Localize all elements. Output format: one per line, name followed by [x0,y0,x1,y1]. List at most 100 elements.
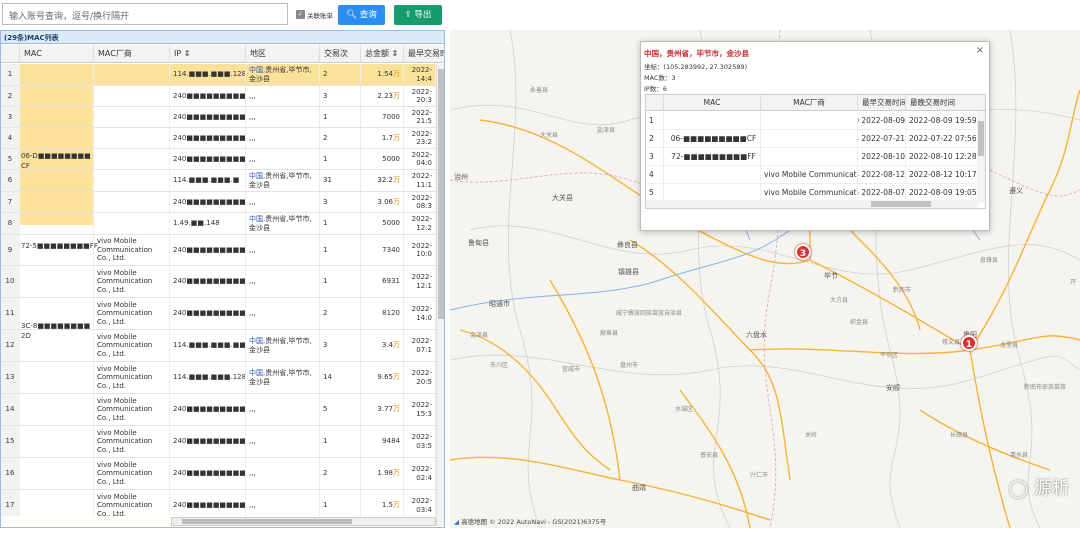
place-label: 大方县 [830,297,849,304]
place-label: 水城区 [675,406,694,413]
map-copyright: ◢ 高德地图 © 2022 AutoNavi - GS(2021)6375号 [454,518,607,526]
popup-col-mac[interactable]: MAC [664,95,761,111]
table-row[interactable]: 5 240■■■■■■■■■cb,,,150002022-04:0 [1,149,436,170]
table-row[interactable]: 4 240■■■■■■■■■cb,,,21.7万2022-23:2 [1,128,436,149]
first-time-cell: 2022- 07:1 [404,330,436,361]
ip-cell: 240■■■■■■■■■4c [170,298,246,329]
table-row[interactable]: 13 vivo Mobile Communication Co., Ltd. 114… [1,362,436,394]
ip-cell: 240■■■■■■■■■f4 [170,266,246,297]
col-amount[interactable]: 总金额 ⇕ [361,45,404,63]
amount-cell: 1.7 万 [361,128,404,148]
panel-title: (29条)MAC列表 [1,31,444,44]
table-header: MAC MAC厂商 IP ⇕ 地区 交易次 总金额 ⇕ 最早交易时 [1,45,444,63]
col-count[interactable]: 交易次 [320,45,361,63]
map-marker[interactable]: 1 [961,335,977,351]
col-ip[interactable]: IP ⇕ [170,45,246,63]
row-number: 1 [1,64,20,85]
row-number: 5 [1,149,20,169]
query-button[interactable]: 🔍︎ 查询 [338,5,385,25]
table-vertical-scrollbar[interactable] [436,64,444,526]
count-cell: 2 [320,64,361,85]
first-time-cell: 2022- 11:1 [404,170,436,191]
row-number: 13 [1,362,20,393]
table-row[interactable]: 2 240■■■■■■■■■ad,,,32.23万2022-20:3 [1,86,436,107]
link-bill-label: 关联账单 [307,12,333,20]
count-cell: 14 [320,362,361,393]
popup-row-number: 1 [646,112,664,129]
region-cell: ,,, [246,394,320,425]
place-label: 大关县 [552,194,573,202]
first-time-cell: 2022- 10:0 [404,235,436,265]
amount-cell: 2.23 万 [361,86,404,106]
place-label: 曲靖 [632,484,646,492]
col-first-time[interactable]: 最早交易时 [404,45,444,63]
table-row[interactable]: 9 vivo Mobile Communication Co., Ltd. 240■… [1,235,436,266]
map-marker[interactable]: 3 [795,244,811,260]
mac-cell [20,362,94,393]
popup-row[interactable]: 206-■■■■■■■■■CF 2022-07-21 11:19:42022-07… [646,130,985,148]
place-label: 兴仁市 [750,472,769,479]
place-label: 治州 [454,173,468,181]
ip-cell: 240■■■■■■■■■cb [170,192,246,212]
mac-list-panel: (29条)MAC列表 MAC MAC厂商 IP ⇕ 地区 交易次 总金额 ⇕ 最… [0,30,445,528]
col-region[interactable]: 地区 [246,45,320,63]
close-icon[interactable]: × [976,45,984,56]
popup-vertical-scrollbar[interactable] [977,111,985,201]
popup-row[interactable]: 4vivo Mobile Communication Co., Ltd.2022… [646,166,985,184]
search-icon: 🔍︎ [346,10,358,20]
region-cell: ,,, [246,298,320,329]
place-label: 黔南布依族苗族 [1024,384,1067,391]
table-row[interactable]: 16 vivo Mobile Communication Co., Ltd. 240… [1,458,436,490]
first-time-cell: 2022- 20:3 [404,86,436,106]
popup-col-first[interactable]: 最早交易时间 [858,95,906,111]
popup-last-cell: 2022-08-09 19:05:4 [906,184,979,201]
query-button-label: 查询 [359,10,377,20]
first-time-cell: 2022- 23:2 [404,128,436,148]
popup-last-cell: 2022-08-10 12:28:1 [906,148,979,165]
table-row[interactable]: 6 114.■■■.■■■.■ 中国,贵州省,毕节市,金沙县 31 32.2 万 2022-… [1,170,436,192]
place-label: 昭通市 [489,300,510,308]
popup-mac-cell: 72-■■■■■■■■■FF [664,148,761,165]
table-row[interactable]: 14 vivo Mobile Communication Co., Ltd. 240… [1,394,436,426]
place-label: 安顺 [886,384,900,392]
table-row[interactable]: 11 vivo Mobile Communication Co., Ltd. 240… [1,298,436,330]
table-row[interactable]: 17 vivo Mobile Communication Co., Ltd. 240… [1,490,436,516]
count-cell: 5 [320,394,361,425]
place-label: 宣威市 [562,366,581,373]
ip-cell: 114.■■■.■■■.■ [170,170,246,191]
ip-cell: 240■■■■■■■■■16 [170,426,246,457]
table-row[interactable]: 8 1.49.■■.148 中国,贵州省,毕节市,金沙县 1 5000 2022- 12:2 [1,213,436,235]
first-time-cell: 2022- 04:0 [404,149,436,169]
account-search-input[interactable]: 输入账号查询，逗号/换行隔开 [2,3,288,25]
mac-cell [20,107,94,127]
popup-row[interactable]: 1 2022-08-09 14:47:02022-08-09 19:59:2 [646,112,985,130]
popup-horizontal-scrollbar[interactable] [646,200,979,208]
table-row[interactable]: 15 vivo Mobile Communication Co., Ltd. 240… [1,426,436,458]
place-label: 六盘水 [746,331,767,339]
link-bill-checkbox[interactable]: ✓ [296,10,305,19]
popup-mac-cell [664,112,761,129]
row-number: 15 [1,426,20,457]
popup-row[interactable]: 372-■■■■■■■■■FF 2022-08-10 12:28:12022-08… [646,148,985,166]
place-label: 惠水县 [1010,452,1029,459]
place-label: 大关县 [540,132,559,139]
table-row[interactable]: 12 vivo Mobile Communication Co., Ltd. 114… [1,330,436,362]
table-row[interactable]: 10 vivo Mobile Communication Co., Ltd. 240… [1,266,436,298]
popup-col-vendor[interactable]: MAC厂商 [761,95,858,111]
table-horizontal-scrollbar[interactable] [171,517,436,526]
vendor-cell: vivo Mobile Communication Co., Ltd. [94,490,170,516]
col-mac-vendor[interactable]: MAC厂商 [94,45,170,63]
table-row[interactable]: 7 240■■■■■■■■■cb,,,33.06万2022-08:3 [1,192,436,213]
popup-col-last[interactable]: 最晚交易时间 [906,95,985,111]
col-mac[interactable]: MAC [20,45,94,63]
table-row[interactable]: 1 114.■■■.■■■.128 中国,贵州省,毕节市,金沙县 2 1.54 万 2022… [1,64,436,86]
region-cell: ,,, [246,426,320,457]
place-label: 织金县 [850,319,869,326]
mac-cell [20,298,94,329]
row-number: 4 [1,128,20,148]
popup-vendor-cell: vivo Mobile Communication Co., Ltd. [761,184,858,201]
table-row[interactable]: 3 240■■■■■■■■■ab,,,170002022-21:5 [1,107,436,128]
mac-cell [20,394,94,425]
export-button[interactable]: ⇪ 导出 [394,5,442,25]
amount-cell: 3.77 万 [361,394,404,425]
